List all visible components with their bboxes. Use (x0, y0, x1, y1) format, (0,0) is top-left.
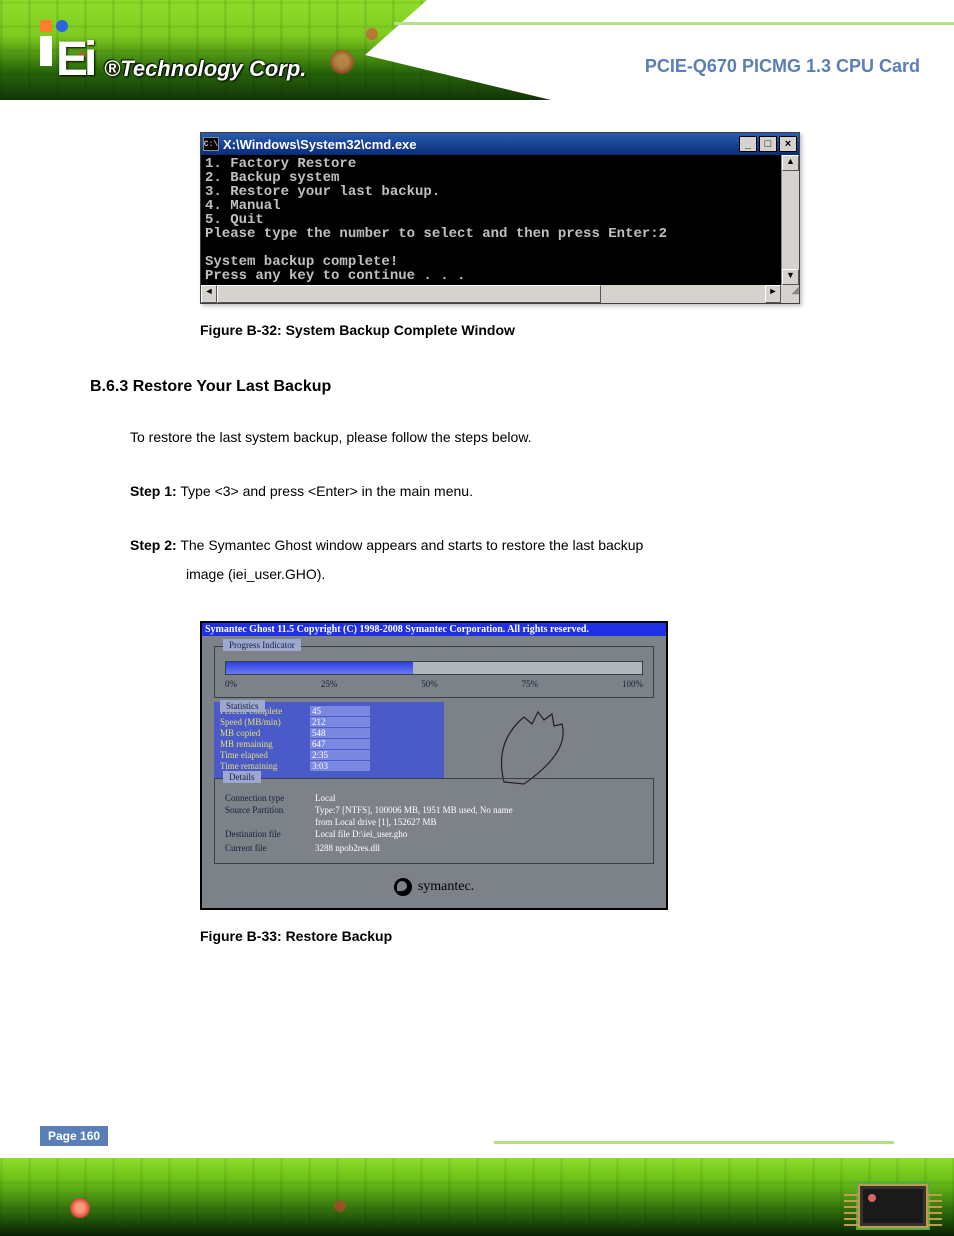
symantec-text: symantec. (418, 879, 474, 895)
deco-dot-icon (70, 1198, 90, 1218)
step-2-cont: image (iei_user.GHO). (186, 563, 914, 587)
hscroll-track[interactable] (217, 285, 765, 303)
horizontal-scrollbar[interactable]: ◄ ► ◢ (201, 285, 799, 303)
page-content: C:\ X:\Windows\System32\cmd.exe _ □ × 1.… (0, 112, 954, 1112)
stat-row: MB copied548 (220, 728, 438, 739)
ghost-window: Symantec Ghost 11.5 Copyright (C) 1998-2… (200, 621, 668, 910)
stat-row: Time elapsed2:35 (220, 750, 438, 761)
banner-line (394, 22, 954, 25)
stat-row: Speed (MB/min)212 (220, 717, 438, 728)
bottom-bg (0, 1158, 954, 1236)
stats-label: Statistics (220, 700, 265, 712)
symantec-swirl-icon (394, 878, 412, 896)
stat-value: 647 (310, 739, 370, 749)
logo-square-icon (40, 20, 52, 32)
close-button[interactable]: × (779, 136, 797, 152)
vertical-scrollbar[interactable]: ▲ ▼ (781, 155, 799, 285)
step-2: Step 2: The Symantec Ghost window appear… (130, 534, 914, 558)
stat-value: 45 (310, 706, 370, 716)
step-1: Step 1: Type <3> and press <Enter> in th… (130, 480, 914, 504)
stat-value: 212 (310, 717, 370, 727)
bottom-banner: Page 160 (0, 1116, 954, 1236)
detail-value: Type:7 [NTFS], 100006 MB, 1951 MB used, … (315, 805, 643, 815)
tick-50: 50% (421, 679, 438, 689)
logo-circle-icon (56, 20, 68, 32)
detail-value: Local file D:\iei_user.gho (315, 829, 643, 839)
hscroll-thumb[interactable] (217, 285, 601, 303)
logo-e-icon: Ei (56, 36, 93, 84)
details-label: Details (223, 771, 261, 783)
progress-fill (226, 662, 413, 674)
figure-cmd: C:\ X:\Windows\System32\cmd.exe _ □ × 1.… (200, 132, 914, 338)
bottom-line (494, 1141, 894, 1144)
chip-icon (858, 1184, 928, 1228)
scroll-right-icon[interactable]: ► (765, 285, 781, 303)
stats-box-wrap: Statistics Percent complete45Speed (MB/m… (214, 708, 444, 778)
cmd-title-icon: C:\ (203, 137, 219, 151)
stat-row: MB remaining647 (220, 739, 438, 750)
detail-row: Current file3288 npob2res.dll (225, 843, 643, 853)
logo-tagline: ®Technology Corp. (104, 56, 306, 82)
detail-row: Source PartitionType:7 [NTFS], 100006 MB… (225, 805, 643, 815)
step-2-text: The Symantec Ghost window appears and st… (180, 537, 643, 553)
stat-key: MB remaining (220, 739, 310, 750)
detail-value: from Local drive [1], 152627 MB (315, 817, 643, 827)
detail-row: from Local drive [1], 152627 MB (225, 817, 643, 827)
logo: Ei (40, 20, 93, 84)
step-2-label: Step 2: (130, 537, 177, 553)
minimize-button[interactable]: _ (739, 136, 757, 152)
figure-ghost: Symantec Ghost 11.5 Copyright (C) 1998-2… (200, 621, 914, 944)
paragraph-intro: To restore the last system backup, pleas… (130, 426, 914, 450)
stat-value: 3:03 (310, 761, 370, 771)
scroll-down-icon[interactable]: ▼ (782, 269, 799, 285)
tick-100: 100% (622, 679, 643, 689)
stat-value: 548 (310, 728, 370, 738)
step-1-label: Step 1: (130, 483, 177, 499)
tick-75: 75% (522, 679, 539, 689)
details-box: Details Connection typeLocalSource Parti… (214, 778, 654, 864)
section-heading: B.6.3 Restore Your Last Backup (90, 378, 914, 396)
detail-key: Connection type (225, 793, 315, 803)
detail-row: Connection typeLocal (225, 793, 643, 803)
progress-box: Progress Indicator 0% 25% 50% 75% 100% (214, 646, 654, 698)
detail-row: Destination fileLocal file D:\iei_user.g… (225, 829, 643, 839)
scroll-left-icon[interactable]: ◄ (201, 285, 217, 303)
step-1-text: Type <3> and press <Enter> in the main m… (180, 483, 473, 499)
stat-key: Time elapsed (220, 750, 310, 761)
detail-value: Local (315, 793, 643, 803)
cmd-titlebar: C:\ X:\Windows\System32\cmd.exe _ □ × (201, 133, 799, 155)
symantec-footer: symantec. (214, 874, 654, 904)
progress-bar (225, 661, 643, 675)
figure-caption-a: Figure B-32: System Backup Complete Wind… (200, 322, 914, 338)
top-banner: Ei ®Technology Corp. PCIE-Q670 PICMG 1.3… (0, 0, 954, 112)
stat-value: 2:35 (310, 750, 370, 760)
detail-key: Current file (225, 843, 315, 853)
detail-key: Destination file (225, 829, 315, 839)
page-number: Page 160 (40, 1126, 108, 1146)
detail-value: 3288 npob2res.dll (315, 843, 643, 853)
stat-key: Speed (MB/min) (220, 717, 310, 728)
scroll-track[interactable] (782, 171, 799, 269)
detail-key: Source Partition (225, 805, 315, 815)
cmd-title: X:\Windows\System32\cmd.exe (223, 137, 737, 152)
progress-label: Progress Indicator (223, 639, 301, 651)
maximize-button[interactable]: □ (759, 136, 777, 152)
stat-key: MB copied (220, 728, 310, 739)
product-title: PCIE-Q670 PICMG 1.3 CPU Card (645, 56, 920, 77)
tick-25: 25% (321, 679, 338, 689)
cmd-window: C:\ X:\Windows\System32\cmd.exe _ □ × 1.… (200, 132, 800, 304)
cmd-text: 1. Factory Restore 2. Backup system 3. R… (201, 155, 781, 285)
progress-ticks: 0% 25% 50% 75% 100% (225, 679, 643, 689)
tick-0: 0% (225, 679, 237, 689)
resize-grip-icon[interactable]: ◢ (781, 285, 799, 303)
logo-bar-icon (40, 36, 52, 66)
stats-box: Percent complete45Speed (MB/min)212MB co… (214, 702, 444, 778)
ghost-title: Symantec Ghost 11.5 Copyright (C) 1998-2… (202, 623, 666, 636)
scroll-up-icon[interactable]: ▲ (782, 155, 799, 171)
detail-key (225, 817, 315, 827)
ghost-logo-icon (444, 708, 654, 778)
figure-caption-b: Figure B-33: Restore Backup (200, 928, 914, 944)
